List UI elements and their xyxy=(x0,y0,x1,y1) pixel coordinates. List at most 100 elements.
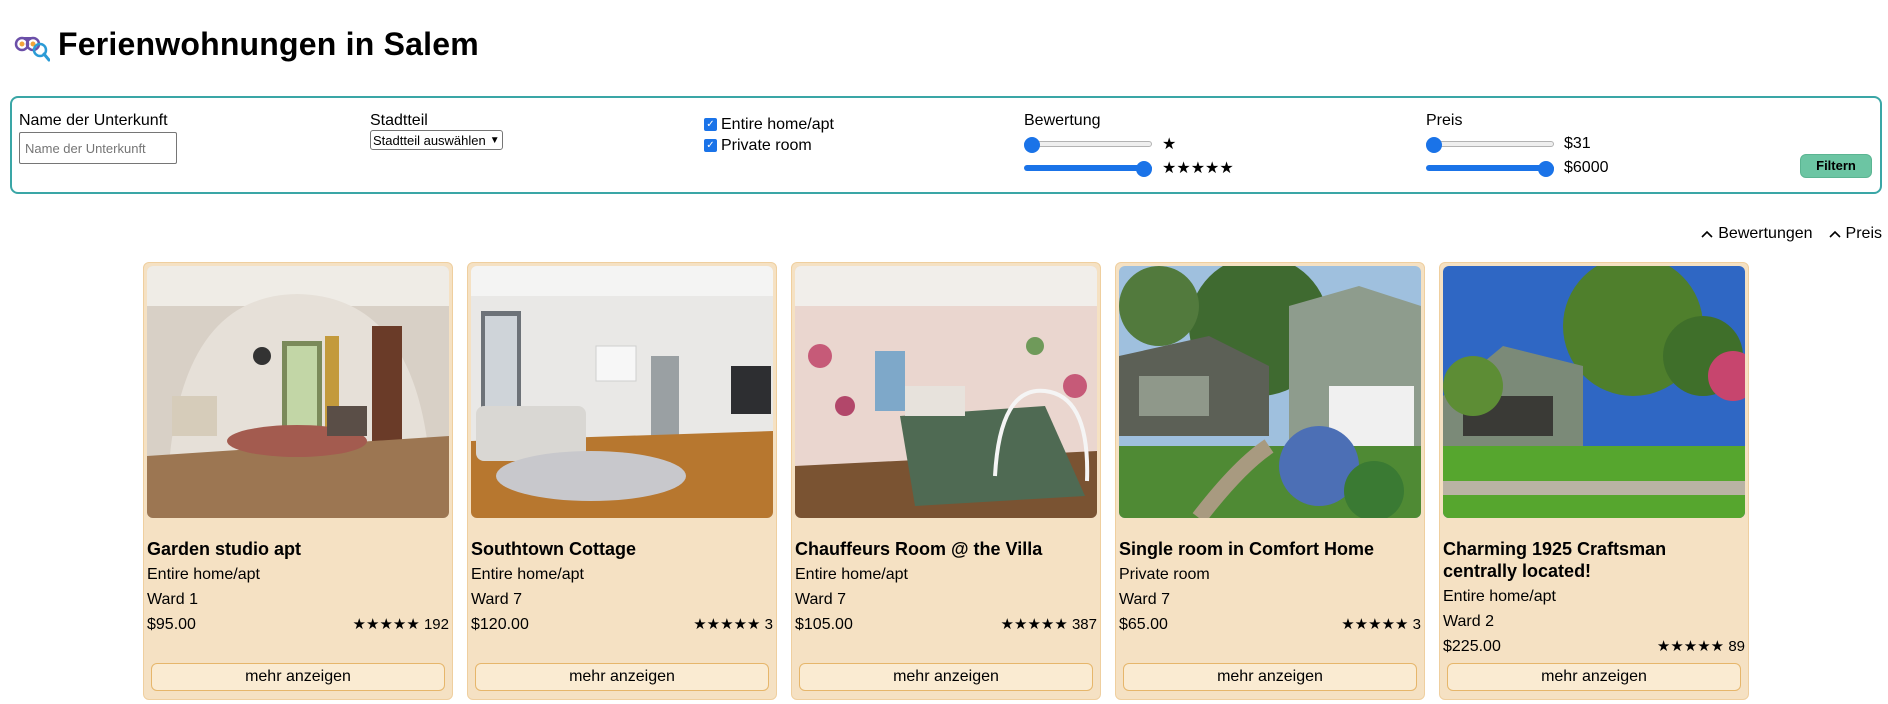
show-more-button[interactable]: mehr anzeigen xyxy=(475,663,769,691)
name-filter: Name der Unterkunft xyxy=(19,112,177,164)
listing-title: Southtown Cottage xyxy=(471,539,636,559)
show-more-button[interactable]: mehr anzeigen xyxy=(1447,663,1741,691)
name-input[interactable] xyxy=(19,132,177,164)
rating-max-value: ★★★★★ xyxy=(1162,160,1234,177)
room-type-option[interactable]: ✓ Entire home/apt xyxy=(704,114,834,135)
listing-rating: ★★★★★ 3 xyxy=(693,615,773,633)
listing-type: Entire home/apt xyxy=(471,566,584,583)
rating-stars: ★★★★★ xyxy=(1656,638,1725,655)
listing-ward: Ward 7 xyxy=(471,591,522,608)
district-filter-label: Stadtteil xyxy=(370,112,428,129)
room-type-option[interactable]: ✓ Private room xyxy=(704,135,834,156)
rating-max-row: ★★★★★ xyxy=(1024,156,1234,180)
rating-stars: ★★★★★ xyxy=(352,616,420,633)
listing-title: Charming 1925 Craftsman centrally locate… xyxy=(1443,539,1667,581)
listing-ward: Ward 7 xyxy=(795,591,846,608)
price-max-row: $6000 xyxy=(1426,156,1609,180)
review-count: 192 xyxy=(423,616,449,633)
name-filter-label: Name der Unterkunft xyxy=(19,112,168,129)
listing-photo xyxy=(147,266,449,518)
district-filter: Stadtteil Stadtteil auswählen ▼ xyxy=(370,112,503,150)
price-min-value: $31 xyxy=(1564,135,1591,152)
listing-photo xyxy=(1443,266,1745,518)
rating-max-slider[interactable] xyxy=(1024,161,1152,177)
listing-card: Chauffeurs Room @ the Villa Entire home/… xyxy=(791,262,1101,700)
listing-card: Southtown Cottage Entire home/apt Ward 7… xyxy=(467,262,777,700)
slider-thumb[interactable] xyxy=(1538,161,1554,177)
listing-type: Entire home/apt xyxy=(147,566,260,583)
price-min-slider[interactable] xyxy=(1426,137,1554,153)
review-count: 3 xyxy=(764,616,773,633)
slider-track xyxy=(1426,141,1554,147)
rating-stars: ★★★★★ xyxy=(1341,616,1409,633)
checkbox-private-room[interactable]: ✓ xyxy=(704,139,717,152)
show-more-button[interactable]: mehr anzeigen xyxy=(151,663,445,691)
binoculars-logo-icon xyxy=(14,36,50,61)
review-count: 89 xyxy=(1728,638,1745,655)
page-title: Ferienwohnungen in Salem xyxy=(58,26,479,62)
chevron-up-icon xyxy=(1701,230,1713,238)
rating-min-value: ★ xyxy=(1162,136,1177,153)
price-max-value: $6000 xyxy=(1564,159,1609,176)
slider-thumb[interactable] xyxy=(1136,161,1152,177)
listing-price: $95.00 xyxy=(147,616,196,633)
listing-rating: ★★★★★ 192 xyxy=(353,615,449,633)
listing-ward: Ward 2 xyxy=(1443,613,1494,630)
sort-by-price[interactable]: Preis xyxy=(1828,225,1882,243)
show-more-button[interactable]: mehr anzeigen xyxy=(1123,663,1417,691)
filter-button[interactable]: Filtern xyxy=(1800,154,1872,178)
rating-filter: Bewertung ★ ★★★★★ xyxy=(1024,112,1234,180)
slider-fill xyxy=(1024,165,1152,171)
listing-card: Charming 1925 Craftsman centrally locate… xyxy=(1439,262,1749,700)
sort-bar: Bewertungen Preis xyxy=(1685,225,1882,243)
rating-min-slider[interactable] xyxy=(1024,137,1152,153)
price-min-row: $31 xyxy=(1426,132,1609,156)
room-type-label: Entire home/apt xyxy=(721,115,834,133)
rating-stars: ★★★★★ xyxy=(1000,616,1068,633)
listing-type: Private room xyxy=(1119,566,1210,583)
chevron-up-icon xyxy=(1828,230,1841,238)
slider-thumb[interactable] xyxy=(1426,137,1442,153)
page-header: Ferienwohnungen in Salem xyxy=(14,26,479,63)
sort-price-label: Preis xyxy=(1845,225,1882,242)
filter-panel: Name der Unterkunft Stadtteil Stadtteil … xyxy=(10,96,1882,194)
district-select[interactable]: Stadtteil auswählen ▼ xyxy=(370,130,503,150)
listing-ward: Ward 1 xyxy=(147,591,198,608)
room-type-filter: ✓ Entire home/apt ✓ Private room xyxy=(704,114,834,156)
slider-fill xyxy=(1426,165,1554,171)
listing-rating: ★★★★★ 3 xyxy=(1341,615,1421,633)
listing-rating: ★★★★★ 387 xyxy=(1001,615,1097,633)
chevron-down-icon: ▼ xyxy=(489,134,500,146)
listing-title: Garden studio apt xyxy=(147,539,302,559)
listing-card: Garden studio apt Entire home/apt Ward 1… xyxy=(143,262,453,700)
listing-photo xyxy=(795,266,1097,518)
checkbox-entire-home[interactable]: ✓ xyxy=(704,118,717,131)
listing-type: Entire home/apt xyxy=(795,566,908,583)
listing-title: Chauffeurs Room @ the Villa xyxy=(795,539,1043,559)
price-filter-label: Preis xyxy=(1426,112,1463,129)
price-max-slider[interactable] xyxy=(1426,161,1554,177)
sort-rating-label: Bewertungen xyxy=(1718,225,1813,242)
slider-thumb[interactable] xyxy=(1024,137,1040,153)
show-more-button[interactable]: mehr anzeigen xyxy=(799,663,1093,691)
review-count: 387 xyxy=(1071,616,1097,633)
listing-grid: Garden studio apt Entire home/apt Ward 1… xyxy=(143,262,1763,700)
listing-price: $105.00 xyxy=(795,616,853,633)
rating-min-row: ★ xyxy=(1024,132,1234,156)
rating-stars: ★★★★★ xyxy=(693,616,761,633)
listing-title: Single room in Comfort Home xyxy=(1119,539,1375,559)
district-select-value: Stadtteil auswählen xyxy=(373,132,486,148)
listing-price: $120.00 xyxy=(471,616,529,633)
listing-ward: Ward 7 xyxy=(1119,591,1170,608)
sort-by-rating[interactable]: Bewertungen xyxy=(1701,225,1813,243)
listing-type: Entire home/apt xyxy=(1443,588,1556,605)
listing-price: $65.00 xyxy=(1119,616,1168,633)
review-count: 3 xyxy=(1412,616,1421,633)
room-type-label: Private room xyxy=(721,136,812,154)
listing-card: Single room in Comfort Home Private room… xyxy=(1115,262,1425,700)
listing-price: $225.00 xyxy=(1443,638,1501,655)
slider-track xyxy=(1024,141,1152,147)
rating-filter-label: Bewertung xyxy=(1024,112,1101,129)
listing-rating: ★★★★★ 89 xyxy=(1657,637,1745,655)
listing-photo xyxy=(471,266,773,518)
